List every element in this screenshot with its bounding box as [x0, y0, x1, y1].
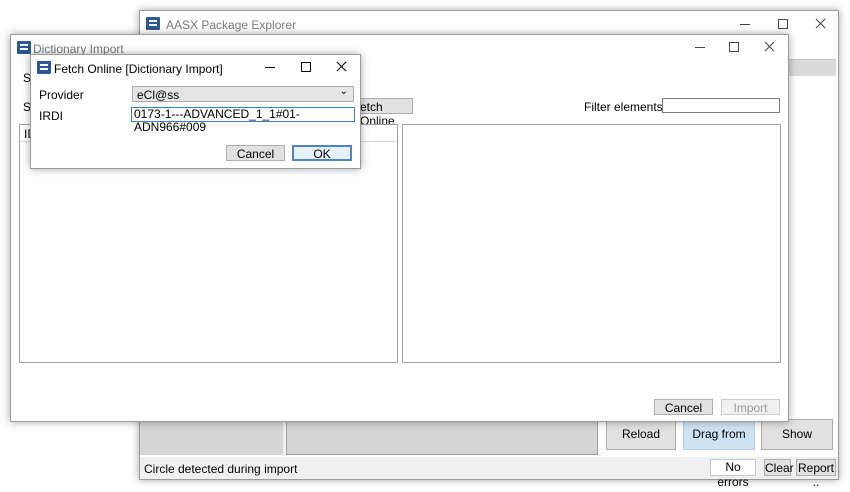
center-bottom-panel	[286, 421, 598, 455]
close-icon[interactable]	[813, 17, 827, 31]
filter-elements-label: Filter elements:	[584, 100, 667, 114]
minimize-icon[interactable]	[263, 60, 277, 74]
show-content-button[interactable]: Show Content	[761, 419, 833, 469]
aasx-app-icon	[37, 61, 51, 74]
close-icon[interactable]	[334, 60, 348, 74]
irdi-label: IRDI	[39, 109, 63, 123]
minimize-icon[interactable]	[693, 40, 707, 54]
reload-button[interactable]: Reload	[606, 419, 676, 450]
fetch-ok-button[interactable]: OK	[292, 145, 352, 161]
maximize-icon[interactable]	[299, 60, 313, 74]
error-count-box: No errors	[710, 459, 756, 489]
report-button[interactable]: Report ..	[796, 459, 836, 489]
minimize-icon[interactable]	[738, 17, 752, 31]
maximize-icon[interactable]	[776, 17, 790, 31]
irdi-input[interactable]: 0173-1---ADVANCED_1_1#01-ADN966#009	[131, 107, 355, 134]
aasx-app-icon	[146, 17, 160, 30]
fetch-online-title: Fetch Online [Dictionary Import]	[54, 62, 223, 76]
main-toolbar-strip	[788, 59, 836, 76]
left-bottom-panel	[140, 421, 283, 455]
provider-label: Provider	[39, 88, 84, 102]
fetch-online-button[interactable]: etch Online	[353, 98, 413, 128]
main-window-title: AASX Package Explorer	[166, 18, 297, 32]
element-detail-panel[interactable]	[402, 124, 781, 363]
fetch-online-dialog: Fetch Online [Dictionary Import] Provide…	[30, 54, 361, 169]
close-icon[interactable]	[762, 40, 776, 54]
chevron-down-icon: ⌄	[339, 86, 348, 97]
drag-from-here-button[interactable]: Drag from here!	[683, 419, 755, 469]
fetch-online-titlebar: Fetch Online [Dictionary Import]	[31, 55, 360, 84]
import-button[interactable]: Import	[721, 399, 780, 415]
dictionary-cancel-button[interactable]: Cancel	[654, 399, 713, 415]
provider-selected-value: eCl@ss	[137, 88, 180, 102]
error-count-text: No errors	[717, 460, 749, 489]
provider-select[interactable]: eCl@ss ⌄	[132, 86, 354, 102]
filter-elements-input[interactable]	[662, 98, 780, 113]
maximize-icon[interactable]	[727, 40, 741, 54]
aasx-app-icon	[17, 41, 31, 54]
fetch-cancel-button[interactable]: Cancel	[226, 145, 285, 161]
status-message: Circle detected during import	[144, 462, 298, 476]
clear-button[interactable]: Clear	[764, 459, 794, 476]
